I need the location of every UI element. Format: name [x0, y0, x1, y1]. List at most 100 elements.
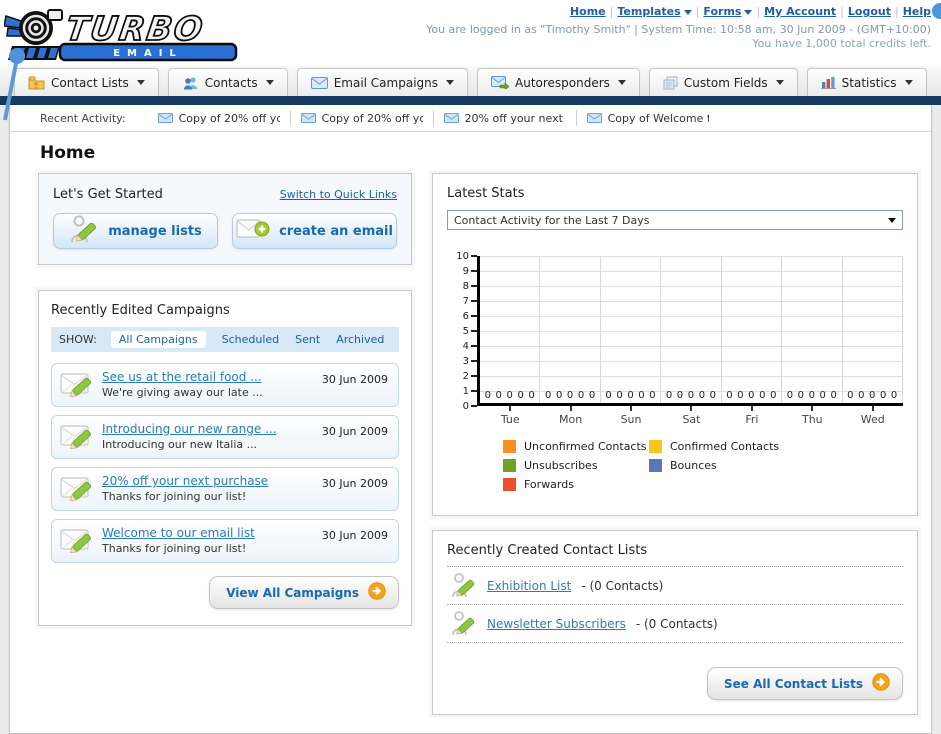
- recent-activity-item[interactable]: 20% off your next p: [434, 110, 577, 126]
- contact-list-link[interactable]: Newsletter Subscribers: [487, 617, 626, 631]
- chart-value-label: 0: [588, 390, 596, 401]
- y-axis-tick-label: 0: [462, 401, 469, 412]
- chart-value-label: 0: [627, 390, 634, 401]
- y-axis-tick-label: 8: [462, 281, 469, 292]
- top-nav-link-templates[interactable]: Templates: [617, 5, 680, 18]
- recent-activity-label: Recent Activity:: [40, 111, 126, 125]
- x-axis-category: Sat: [661, 406, 721, 426]
- chart-value-labels: 00000: [540, 390, 599, 401]
- see-all-contact-lists-button[interactable]: See All Contact Lists: [706, 667, 903, 700]
- chart-day-group: 00000: [843, 256, 903, 403]
- x-axis-category: Mon: [540, 406, 600, 426]
- view-all-campaigns-button[interactable]: View All Campaigns: [209, 576, 399, 609]
- create-email-button[interactable]: create an email: [232, 213, 397, 249]
- barchart-icon: [820, 76, 836, 89]
- contact-list-item[interactable]: Newsletter Subscribers - (0 Contacts): [447, 605, 903, 643]
- campaign-title-link[interactable]: See us at the retail food ...: [102, 370, 322, 384]
- recent-activity-item[interactable]: Copy of Welcome to: [577, 110, 719, 126]
- campaign-date: 30 Jun 2009: [321, 529, 388, 542]
- campaign-filter-sent[interactable]: Sent: [295, 333, 320, 346]
- recently-edited-campaigns-panel: Recently Edited Campaigns SHOW: All Camp…: [38, 290, 412, 626]
- chart-day-group: 00000: [782, 256, 843, 403]
- x-axis-category-label: Sun: [620, 413, 642, 426]
- chevron-down-icon: [683, 9, 692, 15]
- chart-value-label: 0: [495, 390, 502, 401]
- envelope-pencil-icon: [60, 473, 102, 504]
- chart-value-label: 0: [555, 390, 563, 401]
- mail-small-icon: [157, 113, 173, 123]
- switch-quick-links-link[interactable]: Switch to Quick Links: [280, 188, 397, 201]
- nav-separator: |: [695, 5, 700, 18]
- recent-activity-item-label: Copy of 20% off yo: [178, 111, 280, 125]
- top-nav-link-help[interactable]: Help: [903, 5, 931, 18]
- chart-value-label: 0: [737, 390, 744, 401]
- chart-value-label: 0: [517, 390, 524, 401]
- legend-label: Unsubscribes: [524, 459, 598, 472]
- chevron-down-icon: [775, 80, 784, 85]
- top-nav-link-logout[interactable]: Logout: [848, 5, 891, 18]
- chart-value-label: 0: [890, 390, 898, 401]
- chart-value-labels: 00000: [722, 390, 781, 401]
- app-logo[interactable]: TURBO EMAIL: [3, 2, 254, 67]
- see-all-contact-lists-label: See All Contact Lists: [723, 676, 863, 691]
- campaign-title-link[interactable]: Welcome to our email list: [102, 526, 322, 540]
- campaign-title-link[interactable]: 20% off your next purchase: [102, 474, 322, 488]
- campaign-subtitle: Thanks for joining our list!: [102, 490, 247, 503]
- tab-custom-fields[interactable]: Custom Fields: [648, 68, 798, 96]
- campaign-subtitle: We're giving away our late ...: [102, 386, 263, 399]
- y-axis-tick-label: 10: [456, 251, 469, 262]
- tab-label: Autoresponders: [515, 75, 610, 90]
- contact-activity-chart: 0 1 2 3 4 5 6 7 8 9 10 000000000000000000000000000…: [447, 252, 903, 426]
- campaign-filter-all-campaigns[interactable]: All Campaigns: [110, 331, 206, 348]
- envelope-pencil-icon: [60, 369, 102, 400]
- contact-list-link[interactable]: Exhibition List: [487, 579, 571, 593]
- top-nav-link-home[interactable]: Home: [570, 5, 606, 18]
- chart-value-label: 0: [676, 390, 684, 401]
- view-all-campaigns-label: View All Campaigns: [226, 585, 359, 600]
- tab-label: Contact Lists: [51, 75, 129, 90]
- campaign-title-link[interactable]: Introducing our new range ...: [102, 422, 322, 436]
- contact-list-item[interactable]: Exhibition List - (0 Contacts): [447, 567, 903, 605]
- manage-lists-button[interactable]: manage lists: [53, 213, 218, 249]
- legend-label: Confirmed Contacts: [670, 440, 780, 453]
- latest-stats-panel: Latest Stats Contact Activity for the La…: [432, 173, 918, 516]
- campaign-filter-archived[interactable]: Archived: [336, 333, 384, 346]
- arrow-circle-icon: [368, 582, 386, 603]
- chart-value-label: 0: [748, 390, 755, 401]
- arrow-circle-icon: [872, 673, 890, 694]
- legend-item: Forwards: [503, 478, 649, 491]
- pages-icon: [663, 76, 678, 90]
- top-nav-link-forms[interactable]: Forms: [703, 5, 741, 18]
- campaign-row[interactable]: Welcome to our email list Thanks for join…: [51, 519, 399, 563]
- x-axis-category-label: Fri: [745, 413, 759, 426]
- page-title: Home: [40, 143, 96, 163]
- contact-list-count: - (0 Contacts): [581, 578, 664, 593]
- folder-icon: [28, 76, 45, 90]
- campaign-row[interactable]: 20% off your next purchase Thanks for joi…: [51, 467, 399, 511]
- stats-period-select[interactable]: Contact Activity for the Last 7 Days: [447, 210, 903, 230]
- chevron-down-icon: [136, 80, 145, 85]
- campaign-row[interactable]: See us at the retail food ... We're givin…: [51, 363, 399, 407]
- logo-subtitle-text: EMAIL: [113, 48, 183, 59]
- campaign-text: Introducing our new range ... Introducing…: [102, 422, 322, 451]
- y-axis-tick-label: 2: [462, 371, 469, 382]
- recent-activity-item[interactable]: Copy of 20% off yo: [148, 110, 291, 126]
- tab-email-campaigns[interactable]: Email Campaigns: [296, 68, 468, 96]
- tab-autoresponders[interactable]: Autoresponders: [477, 68, 640, 96]
- tab-statistics[interactable]: Statistics: [806, 68, 927, 96]
- top-nav-link-my-account[interactable]: My Account: [764, 5, 836, 18]
- chart-day-group: 00000: [540, 256, 601, 403]
- campaign-filter-scheduled[interactable]: Scheduled: [222, 333, 280, 346]
- campaign-text: Welcome to our email list Thanks for join…: [102, 526, 322, 555]
- legend-swatch: [649, 440, 662, 453]
- tab-label: Statistics: [841, 75, 897, 90]
- tab-contacts[interactable]: Contacts: [167, 68, 288, 96]
- person-pencil-icon: [69, 214, 99, 248]
- recent-activity-item[interactable]: Copy of 20% off yo: [291, 110, 434, 126]
- get-started-title: Let's Get Started: [53, 187, 163, 202]
- campaign-date: 30 Jun 2009: [321, 373, 388, 386]
- campaign-row[interactable]: Introducing our new range ... Introducing…: [51, 415, 399, 459]
- chart-value-label: 0: [616, 390, 623, 401]
- tab-contact-lists[interactable]: Contact Lists: [14, 68, 159, 96]
- show-label: SHOW:: [59, 333, 97, 346]
